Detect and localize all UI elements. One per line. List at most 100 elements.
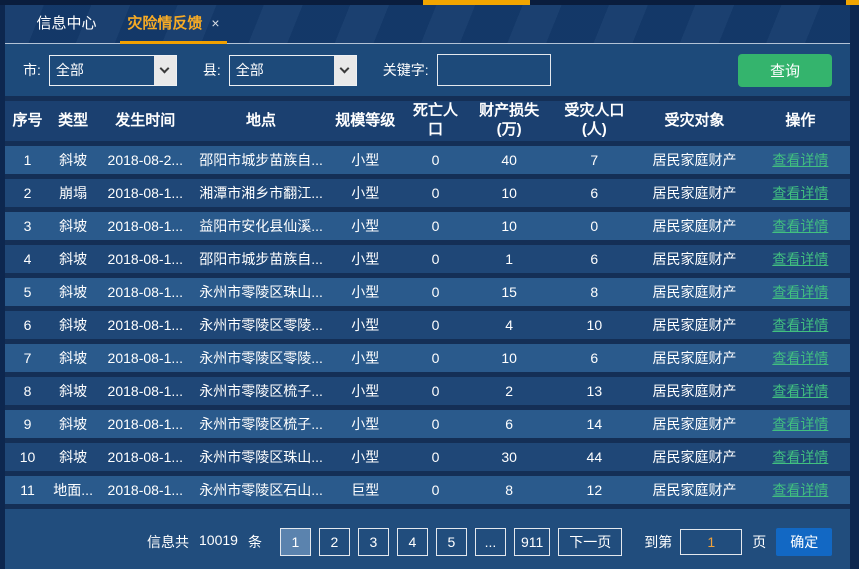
cell-deaths: 0 — [403, 344, 468, 372]
cell-action: 查看详情 — [751, 476, 850, 504]
pagination-bar: 信息共 10019 条 12345...911 下一页 到第 页 确定 — [5, 509, 850, 569]
cell-time: 2018-08-1... — [96, 443, 194, 471]
column-header-1: 序号 — [5, 101, 50, 141]
column-header-6: 死亡人 口 — [403, 101, 468, 141]
page-buttons: 12345... 911 — [280, 528, 550, 556]
cell-deaths: 0 — [403, 146, 468, 174]
cell-no: 11 — [5, 476, 50, 504]
cell-no: 1 — [5, 146, 50, 174]
view-details-link[interactable]: 查看详情 — [772, 449, 828, 465]
cell-no: 5 — [5, 278, 50, 306]
confirm-button[interactable]: 确定 — [776, 528, 832, 556]
county-label: 县: — [203, 60, 221, 80]
cell-time: 2018-08-1... — [96, 476, 194, 504]
column-header-3: 发生时间 — [96, 101, 194, 141]
page-button-2[interactable]: 2 — [319, 528, 350, 556]
tab-disaster-feedback[interactable]: 灾险情反馈× — [120, 5, 227, 43]
column-header-8: 受灾人口 (人) — [550, 101, 638, 141]
cell-loss: 4 — [468, 311, 550, 339]
view-details-link[interactable]: 查看详情 — [772, 185, 828, 201]
page-button-3[interactable]: 3 — [358, 528, 389, 556]
cell-object: 居民家庭财产 — [638, 443, 750, 471]
goto-suffix-label: 页 — [752, 532, 766, 552]
cell-loss: 10 — [468, 179, 550, 207]
chevron-down-icon — [334, 56, 356, 85]
cell-loss: 10 — [468, 212, 550, 240]
data-table-area: 序号类型发生时间地点规模等级死亡人 口财产损失 (万)受灾人口 (人)受灾对象操… — [5, 96, 850, 509]
cell-scale: 小型 — [328, 245, 403, 273]
keyword-input[interactable] — [437, 54, 551, 86]
cell-action: 查看详情 — [751, 311, 850, 339]
cell-place: 永州市零陵区梳子... — [194, 410, 327, 438]
cell-scale: 小型 — [328, 344, 403, 372]
view-details-link[interactable]: 查看详情 — [772, 383, 828, 399]
cell-type: 斜坡 — [50, 377, 96, 405]
column-header-5: 规模等级 — [328, 101, 403, 141]
table-row: 9斜坡2018-08-1...永州市零陵区梳子...小型0614居民家庭财产查看… — [5, 410, 850, 438]
view-details-link[interactable]: 查看详情 — [772, 284, 828, 300]
total-prefix: 信息共 — [147, 532, 189, 552]
view-details-link[interactable]: 查看详情 — [772, 350, 828, 366]
county-select-value: 全部 — [230, 56, 334, 85]
cell-action: 查看详情 — [751, 245, 850, 273]
page-button-4[interactable]: 4 — [397, 528, 428, 556]
cell-object: 居民家庭财产 — [638, 212, 750, 240]
view-details-link[interactable]: 查看详情 — [772, 482, 828, 498]
search-button[interactable]: 查询 — [738, 54, 832, 87]
cell-no: 4 — [5, 245, 50, 273]
cell-place: 永州市零陵区石山... — [194, 476, 327, 504]
cell-place: 湘潭市湘乡市翻江... — [194, 179, 327, 207]
cell-object: 居民家庭财产 — [638, 245, 750, 273]
view-details-link[interactable]: 查看详情 — [772, 317, 828, 333]
table-row: 3斜坡2018-08-1...益阳市安化县仙溪...小型0100居民家庭财产查看… — [5, 212, 850, 240]
cell-loss: 40 — [468, 146, 550, 174]
cell-affected: 44 — [550, 443, 638, 471]
table-row: 2崩塌2018-08-1...湘潭市湘乡市翻江...小型0106居民家庭财产查看… — [5, 179, 850, 207]
tab-info-center[interactable]: 信息中心 — [13, 5, 120, 43]
cell-no: 3 — [5, 212, 50, 240]
cell-type: 地面... — [50, 476, 96, 504]
main-panel: 信息中心 灾险情反馈× 市: 全部 县: 全部 关键字: 查询 序号类型发生时间… — [5, 5, 850, 569]
view-details-link[interactable]: 查看详情 — [772, 152, 828, 168]
cell-loss: 6 — [468, 410, 550, 438]
cell-deaths: 0 — [403, 377, 468, 405]
cell-place: 永州市零陵区零陵... — [194, 311, 327, 339]
cell-deaths: 0 — [403, 443, 468, 471]
cell-action: 查看详情 — [751, 410, 850, 438]
cell-affected: 8 — [550, 278, 638, 306]
page-button-1[interactable]: 1 — [280, 528, 311, 556]
column-header-4: 地点 — [194, 101, 327, 141]
cell-time: 2018-08-2... — [96, 146, 194, 174]
goto-page-input[interactable] — [680, 529, 742, 555]
cell-time: 2018-08-1... — [96, 179, 194, 207]
cell-type: 斜坡 — [50, 278, 96, 306]
cell-deaths: 0 — [403, 311, 468, 339]
cell-scale: 巨型 — [328, 476, 403, 504]
cell-object: 居民家庭财产 — [638, 146, 750, 174]
city-select[interactable]: 全部 — [49, 55, 177, 86]
next-page-button[interactable]: 下一页 — [558, 528, 622, 556]
close-icon[interactable]: × — [211, 15, 219, 31]
cell-action: 查看详情 — [751, 146, 850, 174]
cell-affected: 12 — [550, 476, 638, 504]
page-button-911[interactable]: 911 — [514, 528, 550, 556]
column-header-7: 财产损失 (万) — [468, 101, 550, 141]
page-ellipsis-button[interactable]: ... — [475, 528, 506, 556]
cell-action: 查看详情 — [751, 344, 850, 372]
table-row: 11地面...2018-08-1...永州市零陵区石山...巨型0812居民家庭… — [5, 476, 850, 504]
cell-place: 益阳市安化县仙溪... — [194, 212, 327, 240]
total-count: 10019 — [199, 532, 238, 552]
cell-object: 居民家庭财产 — [638, 311, 750, 339]
filter-bar: 市: 全部 县: 全部 关键字: 查询 — [5, 44, 850, 96]
view-details-link[interactable]: 查看详情 — [772, 416, 828, 432]
cell-scale: 小型 — [328, 410, 403, 438]
cell-type: 斜坡 — [50, 410, 96, 438]
table-row: 7斜坡2018-08-1...永州市零陵区零陵...小型0106居民家庭财产查看… — [5, 344, 850, 372]
view-details-link[interactable]: 查看详情 — [772, 251, 828, 267]
view-details-link[interactable]: 查看详情 — [772, 218, 828, 234]
page-button-5[interactable]: 5 — [436, 528, 467, 556]
cell-affected: 0 — [550, 212, 638, 240]
cell-type: 崩塌 — [50, 179, 96, 207]
column-header-9: 受灾对象 — [638, 101, 750, 141]
county-select[interactable]: 全部 — [229, 55, 357, 86]
